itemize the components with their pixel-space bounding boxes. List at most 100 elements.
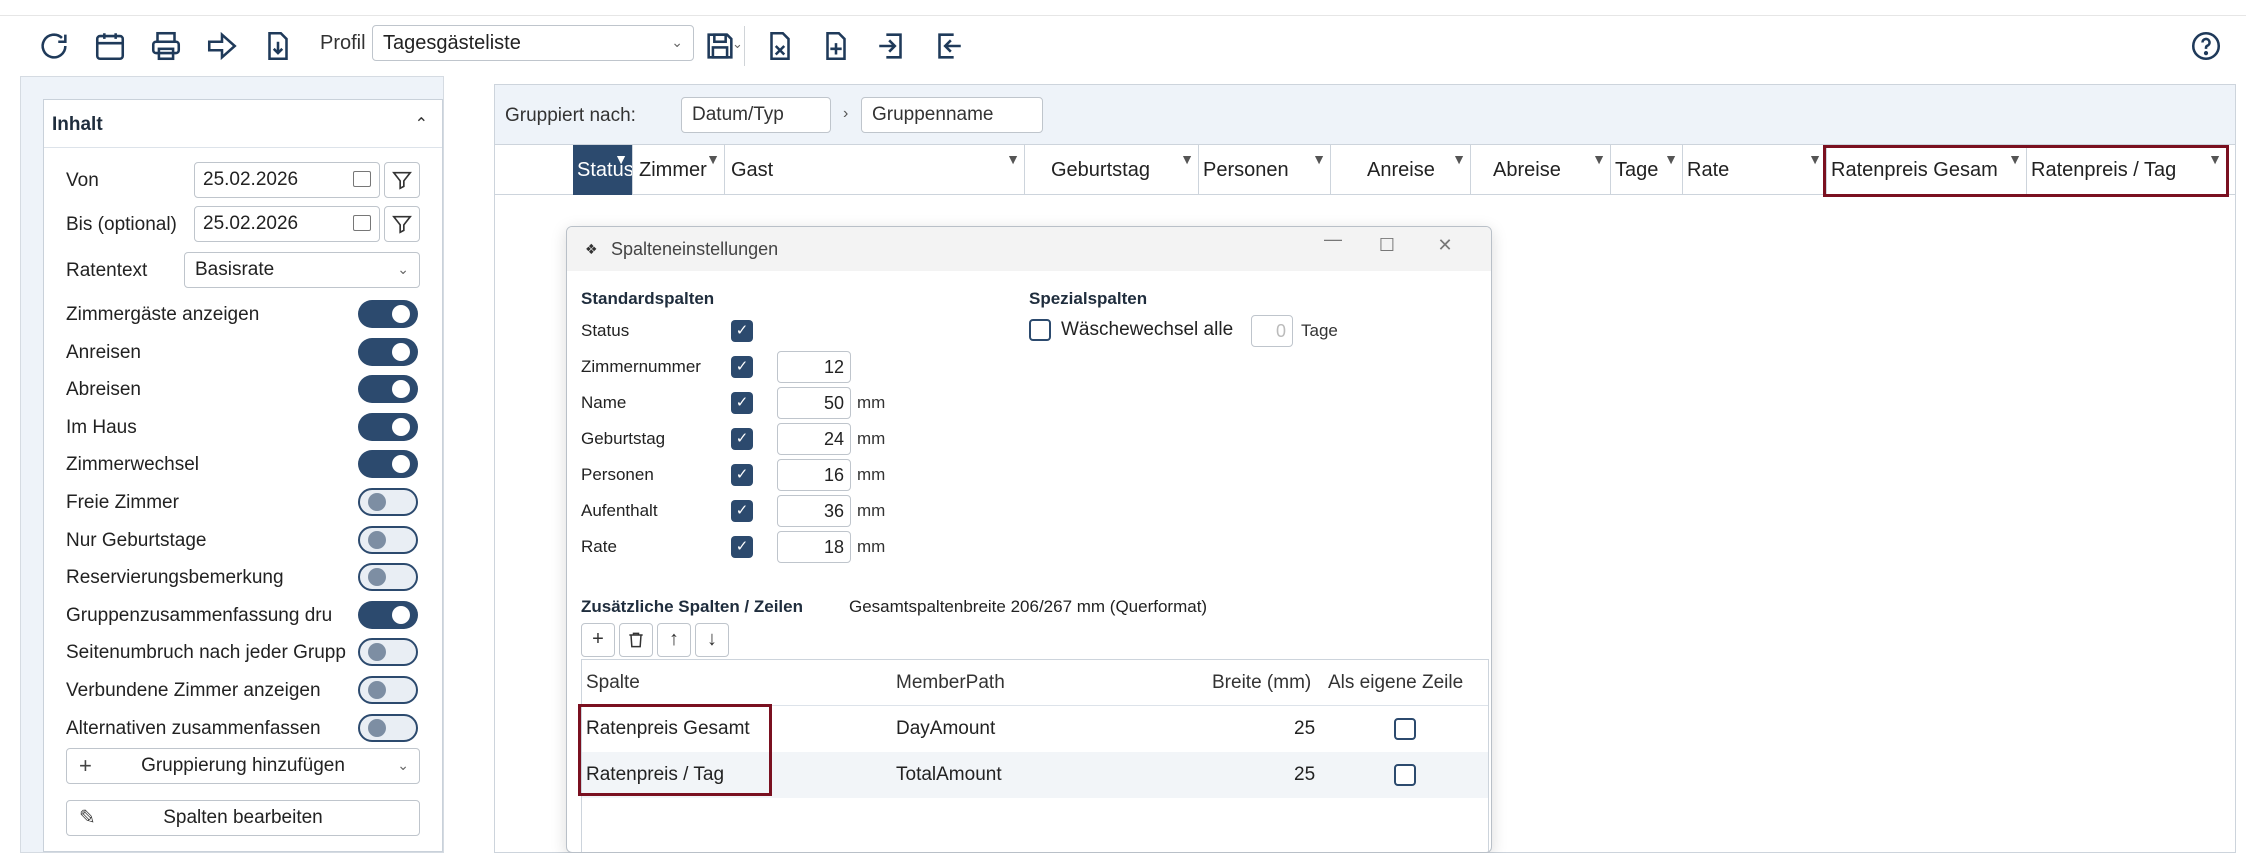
ratentext-select[interactable]: Basisrate ⌄ (184, 252, 420, 288)
filter-icon[interactable]: ▼ (1592, 151, 1606, 167)
download-icon[interactable] (256, 24, 300, 68)
own-row-checkbox[interactable] (1394, 718, 1416, 740)
grid-column-header[interactable]: Personen ▼ (1199, 145, 1331, 195)
toggle-label: Nur Geburtstage (66, 530, 207, 551)
export-icon[interactable] (926, 24, 970, 68)
add-row-button[interactable]: + (581, 623, 615, 657)
add-grouping-button[interactable]: + Gruppierung hinzufügen ⌄ (66, 748, 420, 784)
standard-column-width-input[interactable]: 18 (777, 531, 851, 563)
filter-icon[interactable]: ▼ (1312, 151, 1326, 167)
edit-columns-button[interactable]: ✎ Spalten bearbeiten (66, 800, 420, 836)
grid-column-header[interactable]: Anreise ▼ (1331, 145, 1471, 195)
von-filter-button[interactable] (384, 162, 420, 198)
filter-icon[interactable]: ▼ (1006, 151, 1020, 167)
toggle-switch[interactable] (358, 638, 418, 666)
toggle-knob (392, 343, 410, 361)
standard-column-width-input[interactable]: 50 (777, 387, 851, 419)
toggle-switch[interactable] (358, 300, 418, 328)
standard-column-width-input[interactable]: 16 (777, 459, 851, 491)
toggle-label: Freie Zimmer (66, 492, 179, 513)
grouping-chip-datum-typ[interactable]: Datum/Typ (681, 97, 831, 133)
calendar-icon[interactable] (353, 215, 371, 231)
delete-row-button[interactable] (619, 623, 653, 657)
close-icon[interactable]: ✕ (1423, 235, 1467, 263)
export-x-icon[interactable] (758, 24, 802, 68)
standard-columns-title: Standardspalten (581, 289, 715, 308)
toggle-switch[interactable] (358, 375, 418, 403)
waesche-days-input[interactable]: 0 (1251, 315, 1293, 347)
filter-icon (392, 171, 412, 190)
waesche-checkbox[interactable] (1029, 319, 1051, 341)
toggle-switch[interactable] (358, 526, 418, 554)
grouping-chip-gruppenname[interactable]: Gruppenname (861, 97, 1043, 133)
standard-column-checkbox[interactable]: ✓ (731, 536, 753, 558)
filter-icon[interactable]: ▼ (706, 151, 720, 167)
grid-column-header[interactable]: Status ▼ (573, 145, 633, 195)
standard-column-checkbox[interactable]: ✓ (731, 500, 753, 522)
filter-icon[interactable]: ▼ (1452, 151, 1466, 167)
standard-column-checkbox[interactable]: ✓ (731, 428, 753, 450)
bis-filter-button[interactable] (384, 206, 420, 242)
toggle-switch[interactable] (358, 676, 418, 704)
toggle-label: Zimmerwechsel (66, 454, 200, 475)
toggle-switch[interactable] (358, 601, 418, 629)
maximize-icon[interactable]: ☐ (1365, 235, 1409, 263)
standard-column-checkbox[interactable]: ✓ (731, 356, 753, 378)
grid-column-header[interactable]: Abreise ▼ (1471, 145, 1611, 195)
filter-icon[interactable]: ▼ (614, 151, 628, 167)
pencil-icon: ✎ (79, 807, 96, 829)
move-down-button[interactable]: ↓ (695, 623, 729, 657)
grid-column-header[interactable]: Gast ▼ (727, 145, 1025, 195)
table-cell-breite: 25 (1294, 764, 1316, 785)
standard-column-width-input[interactable]: 36 (777, 495, 851, 527)
highlight-box-columns (1823, 145, 2229, 197)
refresh-icon[interactable] (32, 24, 76, 68)
grid-column-label: Geburtstag (1051, 159, 1150, 181)
toggle-switch[interactable] (358, 413, 418, 441)
grid-column-header[interactable]: Tage ▼ (1611, 145, 1683, 195)
filter-icon[interactable]: ▼ (1664, 151, 1678, 167)
grouping-chip-label: Datum/Typ (692, 104, 784, 125)
standard-column-width-input[interactable]: 24 (777, 423, 851, 455)
table-cell-breite: 25 (1294, 718, 1316, 739)
bis-date-input[interactable]: 25.02.2026 (194, 206, 380, 242)
toggle-switch[interactable] (358, 563, 418, 591)
calendar-icon[interactable] (88, 24, 132, 68)
chevron-up-icon[interactable]: ⌃ (415, 114, 428, 134)
save-menu-chevron-icon[interactable]: ⌄ (732, 36, 743, 52)
own-row-checkbox[interactable] (1394, 764, 1416, 786)
grid-column-header[interactable]: Geburtstag ▼ (1027, 145, 1199, 195)
inhalt-section: Inhalt ⌃ Von 25.02.2026 Bis (optional) 2… (43, 99, 443, 852)
forward-arrow-icon[interactable] (200, 24, 244, 68)
move-up-button[interactable]: ↑ (657, 623, 691, 657)
chevron-down-icon: ⌄ (671, 34, 683, 50)
standard-column-checkbox[interactable]: ✓ (731, 392, 753, 414)
toggle-switch[interactable] (358, 488, 418, 516)
table-header-spalte: Spalte (586, 672, 640, 693)
grid-column-header[interactable]: Zimmer ▼ (635, 145, 725, 195)
standard-column-width-input[interactable]: 12 (777, 351, 851, 383)
help-icon[interactable] (2184, 24, 2228, 68)
print-icon[interactable] (144, 24, 188, 68)
standard-column-label: Zimmernummer (581, 357, 701, 376)
toggle-knob (368, 568, 386, 586)
import-icon[interactable] (870, 24, 914, 68)
toggle-knob (368, 643, 386, 661)
unit-label: mm (857, 393, 886, 412)
add-file-icon[interactable] (814, 24, 858, 68)
profil-select-value: Tagesgästeliste (383, 32, 521, 54)
width-value: 18 (823, 537, 844, 557)
von-date-input[interactable]: 25.02.2026 (194, 162, 380, 198)
filter-icon[interactable]: ▼ (1180, 151, 1194, 167)
calendar-icon[interactable] (353, 171, 371, 187)
grid-column-header[interactable]: Rate ▼ (1683, 145, 1827, 195)
minimize-icon[interactable]: — (1311, 229, 1355, 257)
toggle-switch[interactable] (358, 450, 418, 478)
filter-icon[interactable]: ▼ (1808, 151, 1822, 167)
inhalt-header[interactable]: Inhalt ⌃ (44, 100, 442, 148)
toggle-switch[interactable] (358, 714, 418, 742)
standard-column-checkbox[interactable]: ✓ (731, 464, 753, 486)
standard-column-checkbox[interactable]: ✓ (731, 320, 753, 342)
toggle-switch[interactable] (358, 338, 418, 366)
profil-select[interactable]: Tagesgästeliste ⌄ (372, 25, 694, 61)
